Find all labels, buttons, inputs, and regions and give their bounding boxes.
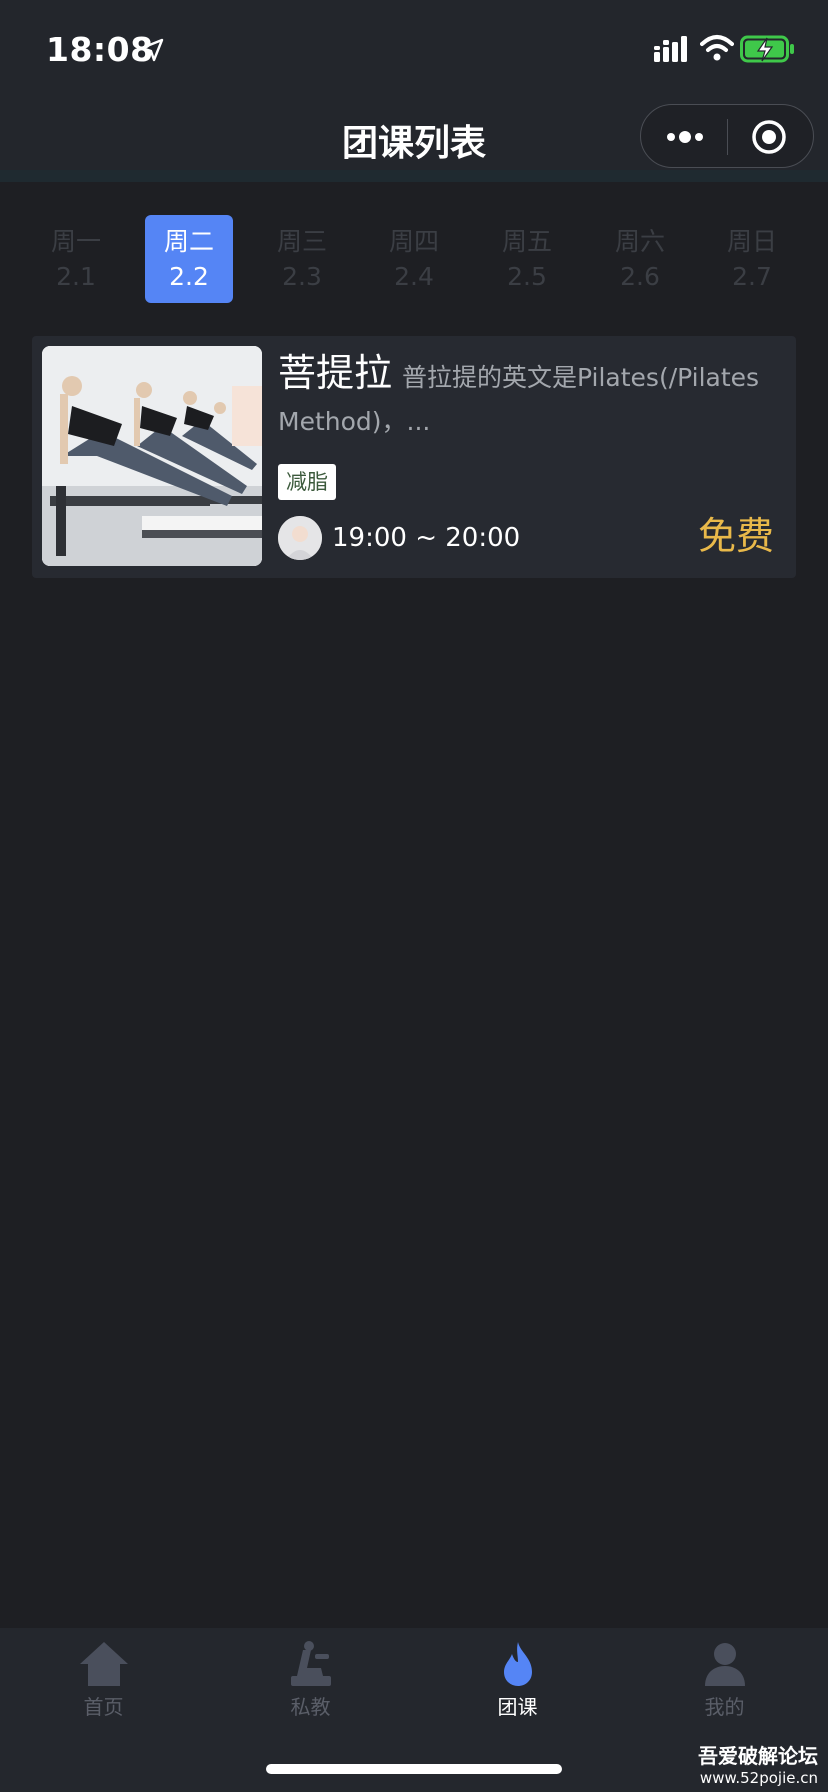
tab-home[interactable]: 首页 — [0, 1638, 207, 1728]
day-tab-sat[interactable]: 周六 2.6 — [596, 215, 684, 303]
watermark-title: 吾爱破解论坛 — [698, 1744, 818, 1768]
day-date: 2.6 — [620, 262, 660, 291]
tab-label: 团课 — [497, 1695, 538, 1719]
course-tag: 减脂 — [278, 464, 336, 500]
capsule-divider — [727, 119, 728, 155]
day-tab-wed[interactable]: 周三 2.3 — [258, 215, 346, 303]
day-weekday: 周六 — [614, 227, 665, 256]
day-tab-tue[interactable]: 周二 2.2 — [145, 215, 233, 303]
signal-icon — [654, 36, 687, 62]
private-coach-icon — [290, 1641, 331, 1686]
app-screen: 18:08 团课列表 周一 2.1 周二 2.2 周三 2.3 周四 2.4 周… — [0, 0, 828, 1792]
tab-label: 私教 — [290, 1695, 331, 1719]
coach-avatar-image — [278, 516, 322, 560]
day-tab-mon[interactable]: 周一 2.1 — [32, 215, 120, 303]
wifi-icon — [700, 35, 734, 61]
day-weekday: 周三 — [276, 227, 327, 256]
day-tab-sun[interactable]: 周日 2.7 — [708, 215, 796, 303]
pilates-photo-image — [42, 346, 262, 566]
day-date: 2.7 — [732, 262, 772, 291]
tab-mine[interactable]: 我的 — [621, 1638, 828, 1728]
day-weekday: 周二 — [163, 227, 214, 256]
status-bar: 18:08 — [0, 0, 828, 100]
home-icon — [79, 1642, 128, 1686]
title-bar: 团课列表 — [0, 100, 828, 180]
battery-charging-icon — [740, 35, 794, 63]
title-bar-shadow — [0, 170, 828, 182]
course-thumbnail — [42, 346, 262, 566]
day-weekday: 周四 — [388, 227, 439, 256]
more-icon[interactable] — [663, 123, 707, 151]
day-tabs: 周一 2.1 周二 2.2 周三 2.3 周四 2.4 周五 2.5 周六 2.… — [32, 215, 796, 305]
tab-label: 首页 — [83, 1695, 124, 1719]
course-description: 普拉提的英文是Pilates(/Pilates Method)，... — [278, 363, 760, 436]
target-icon[interactable] — [751, 119, 787, 155]
tab-label: 我的 — [704, 1695, 745, 1719]
tab-private-coach[interactable]: 私教 — [207, 1638, 414, 1728]
day-tab-fri[interactable]: 周五 2.5 — [483, 215, 571, 303]
course-price: 免费 — [697, 514, 774, 558]
course-time: 19:00 ~ 20:00 — [332, 523, 521, 553]
tab-group-class[interactable]: 团课 — [414, 1638, 621, 1728]
status-time: 18:08 — [46, 30, 154, 69]
day-date: 2.2 — [169, 262, 209, 291]
day-tab-thu[interactable]: 周四 2.4 — [370, 215, 458, 303]
course-card[interactable]: 菩提拉 普拉提的英文是Pilates(/Pilates Method)，... … — [32, 336, 796, 578]
day-weekday: 周一 — [50, 227, 101, 256]
watermark-url: www.52pojie.cn — [699, 1769, 818, 1787]
day-date: 2.5 — [507, 262, 547, 291]
coach-avatar — [278, 516, 322, 560]
location-arrow-icon — [140, 38, 164, 62]
user-icon — [704, 1643, 745, 1686]
day-date: 2.4 — [394, 262, 434, 291]
watermark: 吾爱破解论坛 www.52pojie.cn — [698, 1744, 818, 1788]
mini-program-capsule — [640, 104, 814, 168]
day-date: 2.1 — [56, 262, 96, 291]
home-indicator — [266, 1764, 562, 1774]
day-weekday: 周五 — [501, 227, 552, 256]
day-weekday: 周日 — [726, 227, 777, 256]
flame-icon — [503, 1642, 532, 1686]
day-date: 2.3 — [282, 262, 322, 291]
